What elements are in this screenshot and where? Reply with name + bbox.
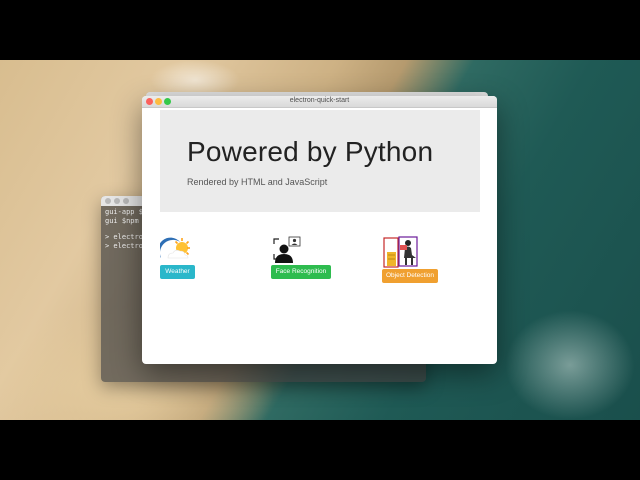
object-detection-icon — [383, 236, 419, 273]
page-heading: Powered by Python — [187, 136, 434, 167]
app-window: electron-quick-start Powered by Python R… — [142, 96, 497, 364]
window-title: electron-quick-start — [289, 97, 350, 104]
object-detection-button[interactable]: Object Detection — [382, 269, 438, 283]
face-recognition-button[interactable]: Face Recognition — [271, 265, 331, 279]
window-titlebar[interactable]: electron-quick-start — [142, 96, 497, 108]
weather-button[interactable]: Weather — [160, 265, 195, 279]
page-subtitle: Rendered by HTML and JavaScript — [187, 177, 328, 187]
weather-icon — [158, 236, 192, 267]
terminal-zoom-button[interactable] — [123, 198, 129, 204]
wave-foam — [505, 310, 635, 420]
terminal-minimize-button[interactable] — [114, 198, 120, 204]
terminal-close-button[interactable] — [105, 198, 111, 204]
jumbotron: Powered by Python Rendered by HTML and J… — [160, 110, 480, 212]
